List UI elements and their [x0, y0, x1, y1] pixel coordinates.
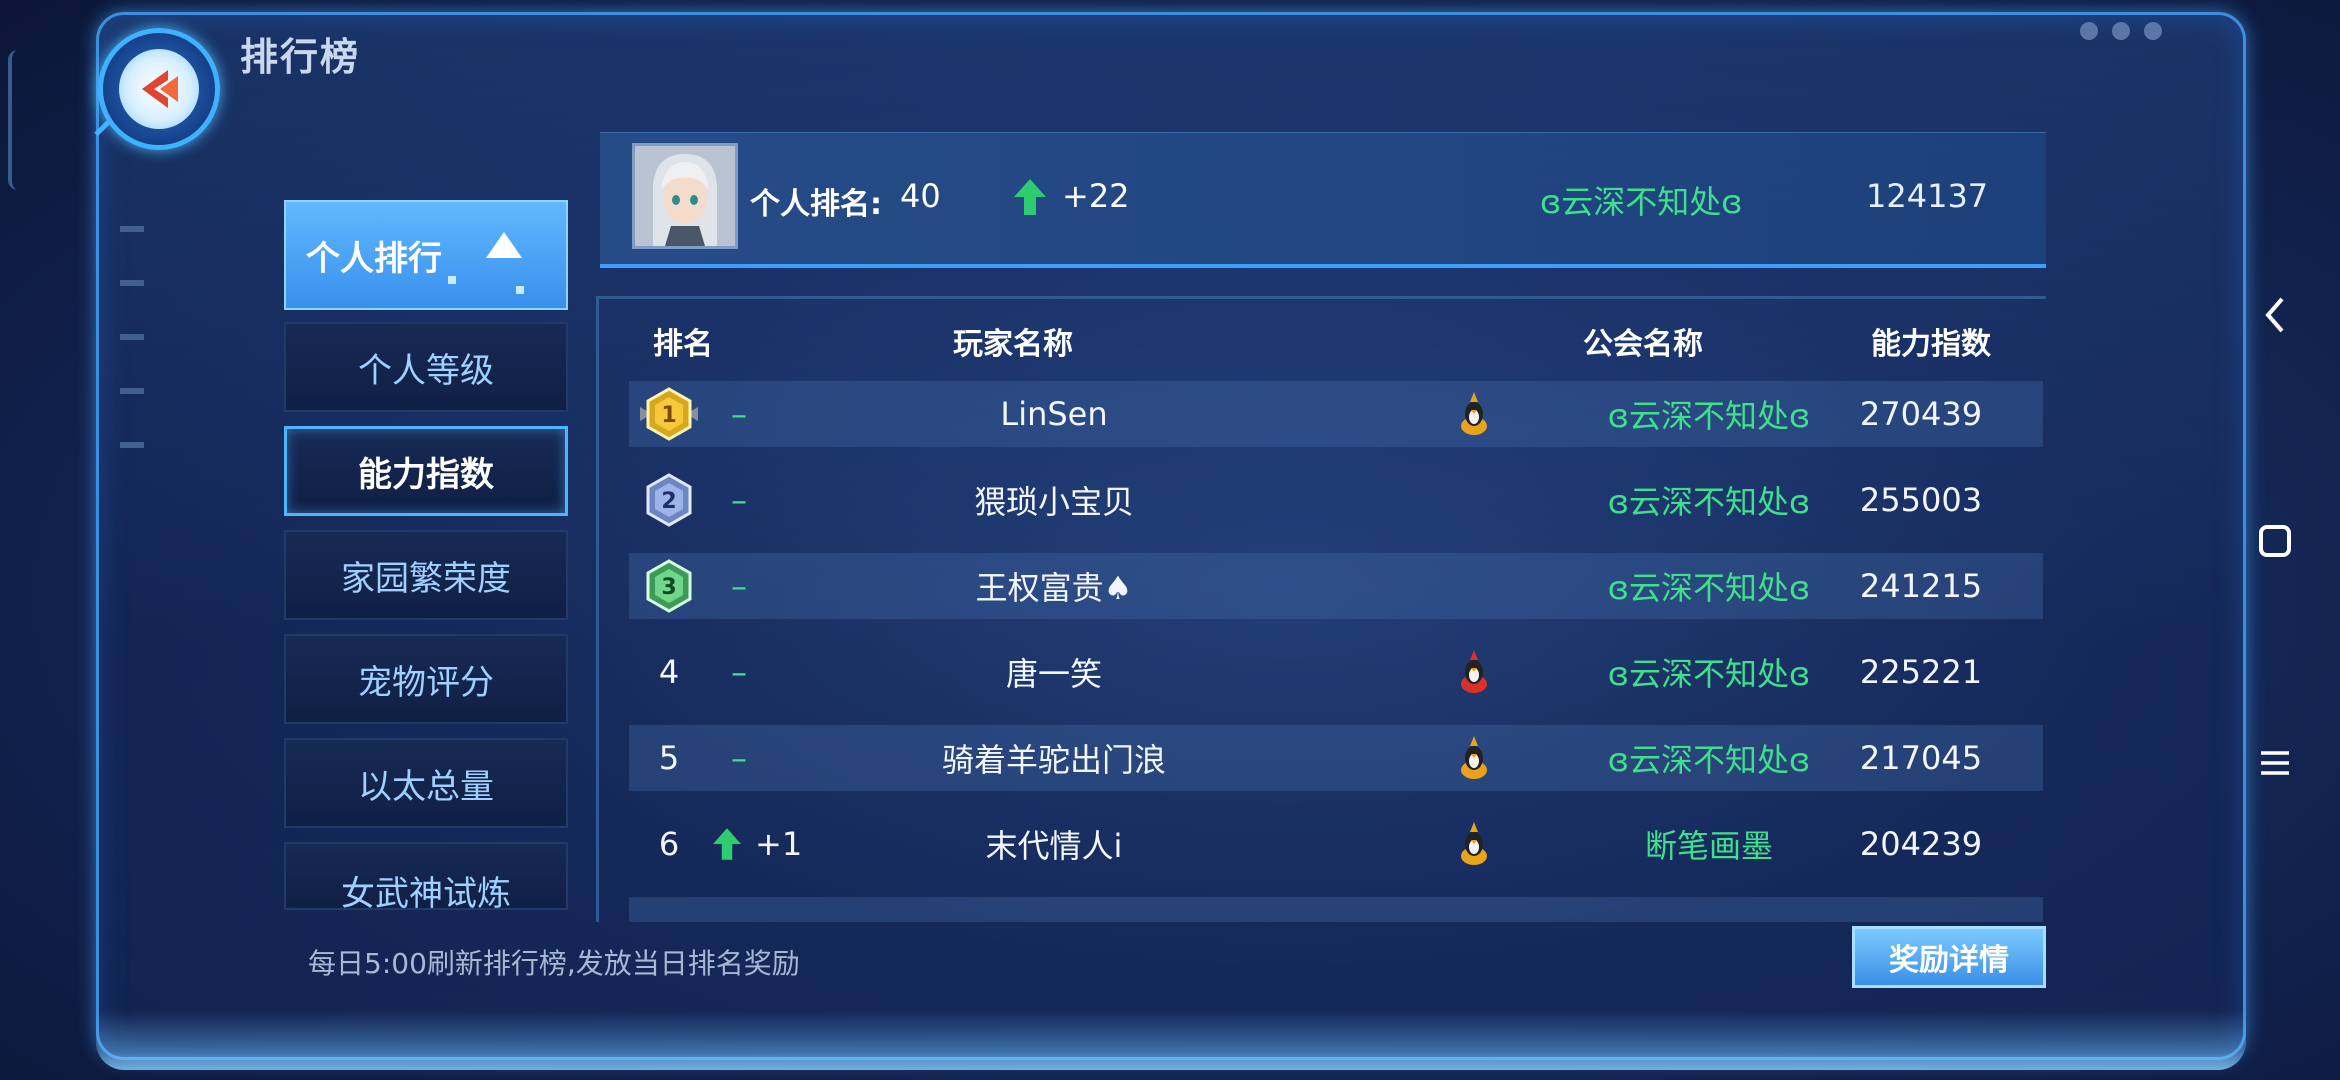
menu-item-valkyrie-trial[interactable]: 女武神试炼	[284, 842, 568, 910]
col-header-power: 能力指数	[1871, 327, 1991, 362]
player-name[interactable]: 猥琐小宝贝	[829, 467, 1279, 533]
my-rank-value: 40	[900, 177, 941, 215]
player-name[interactable]: 唐一笑	[829, 639, 1279, 705]
rank-change: –	[731, 395, 747, 433]
deco-square	[448, 276, 456, 284]
rank-change-cell: +1	[713, 811, 813, 877]
my-power-index: 124137	[1866, 177, 1989, 215]
rank-number: 4	[658, 653, 680, 691]
refresh-note: 每日5:00刷新排行榜,发放当日排名奖励	[308, 947, 800, 980]
reward-details-button[interactable]: 奖励详情	[1852, 926, 2046, 988]
menu-item-home-prosperity[interactable]: 家园繁荣度	[284, 530, 568, 620]
power-index: 225221	[1859, 653, 1983, 691]
avatar-portrait-icon	[635, 146, 735, 246]
menu-item-pet-score[interactable]: 宠物评分	[284, 634, 568, 724]
nav-menu-button[interactable]	[2250, 738, 2300, 788]
side-tick	[120, 226, 144, 232]
system-nav-bar	[2210, 0, 2340, 1080]
side-tick	[120, 334, 144, 340]
nav-back-button[interactable]	[2250, 290, 2300, 340]
nav-home-button[interactable]	[2250, 516, 2300, 566]
avatar[interactable]	[632, 143, 738, 249]
my-rank-bar: 个人排名: 40 +22 ɞ云深不知处ɞ 124137	[600, 132, 2046, 268]
table-row[interactable]: 3 – 王权富贵♠ ɞ云深不知处ɞ 241215	[629, 553, 2043, 619]
svg-text:2: 2	[661, 489, 676, 514]
side-tick	[120, 442, 144, 448]
col-header-rank: 排名	[653, 327, 713, 362]
penguin-badge-icon	[1449, 725, 1499, 791]
my-rank-change: +22	[1062, 177, 1130, 215]
menu-item-power-index[interactable]: 能力指数	[284, 426, 568, 516]
rank-change: –	[731, 739, 747, 777]
penguin-badge-red-icon	[1449, 639, 1499, 705]
rank-change: +1	[755, 825, 803, 863]
menu-item-label: 个人排行	[306, 238, 442, 279]
player-name[interactable]: 末代情人i	[829, 811, 1279, 877]
back-button[interactable]	[98, 28, 220, 150]
menu-item-label: 以太总量	[358, 766, 494, 807]
frame-bottom-glow	[96, 1010, 2246, 1070]
rank-medal-gold-icon: 1	[629, 381, 709, 447]
svg-text:3: 3	[661, 575, 676, 600]
power-index: 241215	[1859, 567, 1983, 605]
my-guild-name: ɞ云深不知处ɞ	[1540, 183, 1743, 221]
rank-up-arrow-icon	[1014, 179, 1046, 215]
menu-item-label: 宠物评分	[358, 662, 494, 703]
rank-number: 5	[658, 739, 680, 777]
chevron-left-icon	[2265, 297, 2284, 333]
rank-medal-silver-icon: 2	[629, 467, 709, 533]
rank-up-arrow-icon	[713, 828, 741, 860]
menu-item-personal-ranking[interactable]: 个人排行	[284, 200, 568, 310]
back-arrow-icon	[142, 70, 178, 108]
page-title: 排行榜	[240, 35, 361, 79]
table-row[interactable]: 5 – 骑着羊驼出门浪 ɞ云深不知处ɞ 217045	[629, 725, 2043, 791]
penguin-badge-icon	[1449, 381, 1499, 447]
menu-item-personal-level[interactable]: 个人等级	[284, 322, 568, 412]
power-index: 270439	[1859, 395, 1983, 433]
table-row[interactable]: 2 – 猥琐小宝贝 ɞ云深不知处ɞ 255003	[629, 467, 2043, 533]
my-rank-label: 个人排名:	[750, 187, 882, 222]
menu-item-ether-total[interactable]: 以太总量	[284, 738, 568, 828]
frame-dots	[2080, 22, 2162, 40]
table-row[interactable]: 4 – 唐一笑 ɞ云深不知处ɞ 225221	[629, 639, 2043, 705]
col-header-player: 玩家名称	[953, 327, 1073, 362]
rank-change: –	[731, 567, 747, 605]
menu-item-label: 个人等级	[358, 350, 494, 391]
player-name[interactable]: 王权富贵♠	[829, 553, 1279, 619]
left-edge-deco	[8, 50, 18, 190]
power-index: 204239	[1859, 825, 1983, 863]
ranking-table[interactable]: 排名 玩家名称 公会名称 能力指数 1 – LinSen ɞ云深不知处ɞ 270…	[596, 296, 2046, 922]
penguin-badge-icon	[1449, 811, 1499, 877]
rank-medal-bronze-icon: 3	[629, 553, 709, 619]
player-name[interactable]: 骑着羊驼出门浪	[829, 725, 1279, 791]
power-index: 255003	[1859, 481, 1983, 519]
power-index: 217045	[1859, 739, 1983, 777]
table-row-partial[interactable]	[629, 897, 2043, 922]
side-tick	[120, 388, 144, 394]
table-row[interactable]: 6 +1 末代情人i 断笔画墨 204239	[629, 811, 2043, 877]
col-header-guild: 公会名称	[1583, 327, 1703, 362]
side-tick	[120, 280, 144, 286]
table-row[interactable]: 1 – LinSen ɞ云深不知处ɞ 270439	[629, 381, 2043, 447]
menu-item-label: 女武神试炼	[341, 874, 511, 910]
deco-square	[516, 286, 524, 294]
hamburger-menu-icon	[2261, 751, 2289, 775]
rank-number: 6	[658, 825, 680, 863]
square-home-icon	[2259, 525, 2291, 557]
rank-change: –	[731, 481, 747, 519]
rank-change: –	[731, 653, 747, 691]
svg-text:1: 1	[661, 403, 676, 428]
menu-item-label: 能力指数	[358, 454, 494, 495]
player-name[interactable]: LinSen	[829, 381, 1279, 447]
collapse-triangle-icon	[486, 232, 522, 258]
menu-item-label: 家园繁荣度	[341, 558, 511, 599]
